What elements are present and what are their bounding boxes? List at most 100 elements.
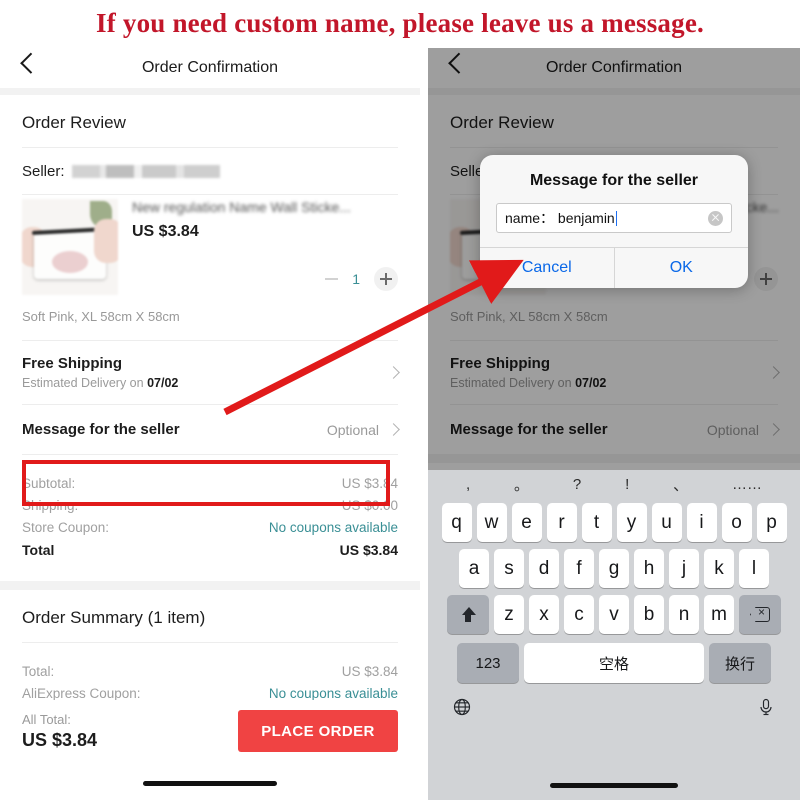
message-for-seller-label: Message for the seller bbox=[22, 421, 180, 438]
summary-line-label: AliExpress Coupon: bbox=[22, 686, 141, 701]
key-f[interactable]: f bbox=[564, 549, 594, 588]
message-input-value: name： benjamin bbox=[505, 210, 615, 226]
seller-row[interactable]: Seller: bbox=[22, 148, 398, 194]
key-u[interactable]: u bbox=[651, 503, 682, 542]
summary-line-value: US $3.84 bbox=[341, 664, 398, 679]
shipping-row[interactable]: Free Shipping Estimated Delivery on 07/0… bbox=[450, 341, 780, 404]
key-g[interactable]: g bbox=[599, 549, 629, 588]
key-n[interactable]: n bbox=[669, 595, 699, 634]
chevron-right-icon bbox=[387, 366, 400, 379]
shipping-estimate: Estimated Delivery on 07/02 bbox=[22, 376, 389, 390]
message-for-seller-row[interactable]: Message for the seller Optional bbox=[450, 405, 780, 454]
punct-key[interactable]: 。 bbox=[514, 474, 529, 495]
key-w[interactable]: w bbox=[476, 503, 507, 542]
key-d[interactable]: d bbox=[529, 549, 559, 588]
cancel-button[interactable]: Cancel bbox=[480, 248, 614, 288]
key-b[interactable]: b bbox=[634, 595, 664, 634]
navbar-divider bbox=[428, 88, 800, 95]
key-i[interactable]: i bbox=[686, 503, 717, 542]
key-y[interactable]: y bbox=[616, 503, 647, 542]
shift-icon[interactable] bbox=[447, 595, 489, 634]
key-k[interactable]: k bbox=[704, 549, 734, 588]
key-h[interactable]: h bbox=[634, 549, 664, 588]
increase-quantity-button[interactable] bbox=[374, 267, 398, 291]
product-variant: Soft Pink, XL 58cm X 58cm bbox=[22, 309, 180, 324]
key-a[interactable]: a bbox=[459, 549, 489, 588]
key-x[interactable]: x bbox=[529, 595, 559, 634]
product-row[interactable]: New regulation Name Wall Sticke... US $3… bbox=[22, 195, 398, 295]
increase-quantity-button[interactable] bbox=[754, 267, 778, 291]
summary-line[interactable]: AliExpress Coupon: No coupons available bbox=[22, 686, 398, 701]
message-for-seller-row[interactable]: Message for the seller Optional bbox=[22, 405, 400, 454]
key-v[interactable]: v bbox=[599, 595, 629, 634]
space-key[interactable]: 空格 bbox=[524, 643, 704, 683]
chevron-right-icon bbox=[767, 366, 780, 379]
summary-line: Total: US $3.84 bbox=[22, 664, 398, 679]
all-total-group: All Total: US $3.84 bbox=[22, 712, 97, 751]
punct-key[interactable]: ? bbox=[573, 476, 581, 493]
summary-line-label: Total: bbox=[22, 664, 55, 679]
globe-icon[interactable] bbox=[452, 697, 472, 717]
message-row-highlight-annotation bbox=[22, 460, 390, 506]
message-for-seller-label: Message for the seller bbox=[450, 421, 608, 438]
key-z[interactable]: z bbox=[494, 595, 524, 634]
punct-key[interactable]: 、 bbox=[673, 474, 688, 495]
key-r[interactable]: r bbox=[546, 503, 577, 542]
section-gap bbox=[428, 454, 800, 463]
shipping-row[interactable]: Free Shipping Estimated Delivery on 07/0… bbox=[22, 341, 400, 404]
order-review-title: Order Review bbox=[22, 113, 126, 132]
back-icon[interactable] bbox=[448, 52, 470, 74]
aliexpress-coupon-value[interactable]: No coupons available bbox=[269, 686, 398, 701]
store-coupon-value[interactable]: No coupons available bbox=[269, 520, 398, 535]
seller-label: Seller: bbox=[22, 163, 65, 180]
key-s[interactable]: s bbox=[494, 549, 524, 588]
onscreen-keyboard: , 。 ? ! 、 …… q w e r t y u i o p a s d f… bbox=[428, 470, 800, 800]
numeric-key[interactable]: 123 bbox=[457, 643, 519, 683]
product-thumbnail[interactable] bbox=[22, 199, 118, 295]
key-c[interactable]: c bbox=[564, 595, 594, 634]
product-info: New regulation Name Wall Sticke... US $3… bbox=[118, 199, 398, 295]
chevron-right-icon bbox=[387, 423, 400, 436]
seller-name-redacted bbox=[71, 165, 220, 178]
place-order-button[interactable]: PLACE ORDER bbox=[238, 710, 398, 752]
microphone-icon[interactable] bbox=[756, 697, 776, 717]
order-review-section: Order Review Seller: New regulation Name… bbox=[0, 95, 420, 581]
key-j[interactable]: j bbox=[669, 549, 699, 588]
shipping-estimate-date: 07/02 bbox=[147, 376, 179, 390]
key-p[interactable]: p bbox=[756, 503, 787, 542]
keyboard-row-3: z x c v b n m bbox=[428, 595, 800, 634]
back-icon[interactable] bbox=[20, 52, 42, 74]
punct-key[interactable]: …… bbox=[732, 476, 762, 493]
return-key[interactable]: 换行 bbox=[709, 643, 771, 683]
keyboard-row-4: 123 空格 换行 bbox=[428, 643, 800, 683]
key-m[interactable]: m bbox=[704, 595, 734, 634]
key-t[interactable]: t bbox=[581, 503, 612, 542]
punct-key[interactable]: ! bbox=[625, 476, 629, 493]
chevron-right-icon bbox=[767, 423, 780, 436]
backspace-icon[interactable] bbox=[739, 595, 781, 634]
keyboard-punctuation-row: , 。 ? ! 、 …… bbox=[428, 470, 800, 496]
message-for-seller-value: Optional bbox=[326, 421, 379, 438]
key-l[interactable]: l bbox=[739, 549, 769, 588]
product-variant: Soft Pink, XL 58cm X 58cm bbox=[450, 309, 608, 324]
key-o[interactable]: o bbox=[721, 503, 752, 542]
total-line[interactable]: Store Coupon: No coupons available bbox=[22, 520, 398, 535]
shipping-estimate-prefix: Estimated Delivery on bbox=[22, 376, 148, 390]
keyboard-row-2: a s d f g h j k l bbox=[428, 549, 800, 588]
home-indicator bbox=[550, 783, 678, 788]
clear-circle-icon[interactable] bbox=[708, 210, 723, 226]
navbar-left: Order Confirmation bbox=[0, 48, 420, 88]
page-title: Order Confirmation bbox=[545, 59, 683, 76]
message-input-field[interactable]: name： benjamin bbox=[496, 203, 732, 233]
key-e[interactable]: e bbox=[511, 503, 542, 542]
page-title: Order Confirmation bbox=[141, 59, 279, 76]
keyboard-row-1: q w e r t y u i o p bbox=[428, 503, 800, 542]
decrease-quantity-button[interactable] bbox=[325, 278, 339, 280]
order-content: Order Review Seller: New regulation Name… bbox=[0, 95, 420, 746]
quantity-stepper[interactable]: 1 bbox=[132, 267, 398, 291]
quantity-value: 1 bbox=[352, 271, 360, 287]
key-q[interactable]: q bbox=[441, 503, 472, 542]
keyboard-bottom-row bbox=[428, 683, 800, 717]
punct-key[interactable]: , bbox=[466, 476, 470, 493]
ok-button[interactable]: OK bbox=[613, 248, 749, 288]
